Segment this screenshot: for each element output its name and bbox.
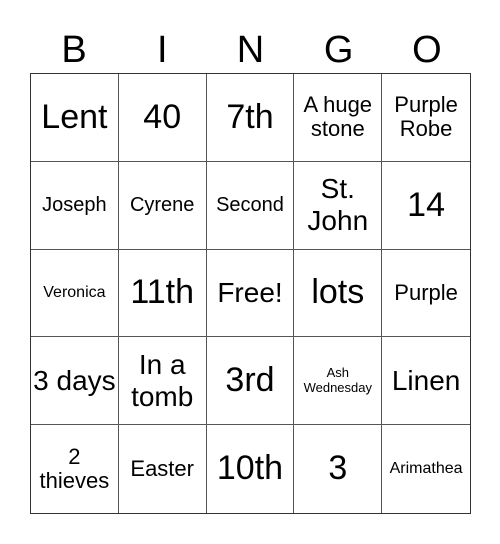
bingo-cell[interactable]: 3 [294, 425, 383, 513]
bingo-grid: Lent 40 7th A huge stone Purple Robe Joseph Cy… [30, 73, 471, 514]
bingo-cell[interactable]: 40 [118, 74, 207, 162]
bingo-cell[interactable]: Lent [31, 74, 119, 162]
bingo-cell[interactable]: Purple [382, 250, 470, 338]
bingo-cell[interactable]: lots [294, 249, 383, 338]
bingo-cell[interactable]: Linen [382, 337, 470, 426]
bingo-cell[interactable]: Veronica [31, 249, 119, 338]
bingo-cell[interactable]: Arimathea [382, 425, 470, 513]
bingo-cell[interactable]: 10th [207, 425, 295, 513]
bingo-cell[interactable]: Easter [119, 425, 207, 513]
bingo-cell[interactable]: In a tomb [118, 337, 207, 426]
header-letter-o: O [412, 29, 442, 71]
bingo-cell[interactable]: A huge stone [294, 74, 383, 162]
bingo-cell[interactable]: St. John [294, 161, 383, 250]
bingo-cell[interactable]: 3rd [206, 337, 295, 426]
header-letter-b: B [61, 29, 87, 71]
header-letter-g: G [323, 29, 354, 71]
bingo-cell[interactable]: 11th [118, 249, 207, 338]
bingo-cell[interactable]: 14 [382, 162, 470, 250]
bingo-cell[interactable]: 3 days [31, 337, 119, 426]
header-letter-i: I [157, 29, 168, 71]
bingo-cell[interactable]: Free! [206, 249, 295, 338]
bingo-cell[interactable]: 7th [206, 74, 295, 162]
header-letter-n: N [236, 29, 265, 71]
bingo-cell[interactable]: 2 thieves [31, 425, 119, 513]
bingo-cell[interactable]: Joseph [31, 161, 119, 250]
bingo-cell[interactable]: Purple Robe [382, 74, 470, 162]
bingo-cell[interactable]: Ash Wednesday [294, 337, 383, 426]
bingo-header: B I N G O [30, 26, 471, 74]
bingo-cell[interactable]: Cyrene [118, 161, 207, 250]
bingo-cell[interactable]: Second [206, 161, 295, 250]
